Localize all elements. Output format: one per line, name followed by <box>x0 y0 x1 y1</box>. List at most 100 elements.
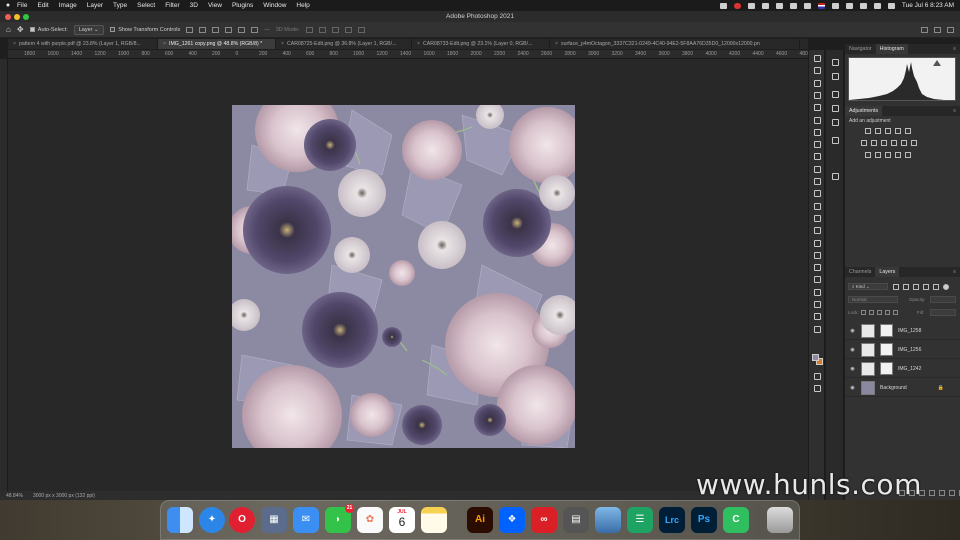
zoom-tool-icon[interactable] <box>813 312 822 321</box>
menu-select[interactable]: Select <box>137 2 155 9</box>
tool-presets-icon[interactable] <box>831 136 840 145</box>
safari-icon[interactable]: ✦ <box>199 507 225 533</box>
layer-row-background[interactable]: ◉ Background 🔒 <box>845 379 960 397</box>
new-adjustment-layer-icon[interactable] <box>929 490 935 496</box>
lock-transparent-icon[interactable] <box>861 310 866 315</box>
zoom-window-icon[interactable] <box>23 14 29 20</box>
filter-pixel-icon[interactable] <box>893 284 899 290</box>
tab-close-icon[interactable]: × <box>13 41 16 47</box>
preview-icon[interactable] <box>595 507 621 533</box>
trash-icon[interactable] <box>767 507 793 533</box>
levels-icon[interactable] <box>875 128 881 134</box>
shape-tool-icon[interactable] <box>813 288 822 297</box>
more-options-icon[interactable]: ··· <box>264 27 270 33</box>
sheets-icon[interactable]: ☰ <box>627 507 653 533</box>
layer-thumbnail[interactable] <box>861 342 875 357</box>
hue-saturation-icon[interactable] <box>861 140 867 146</box>
align-top-icon[interactable] <box>225 26 233 33</box>
document-info[interactable]: 3000 px x 3000 px (132 ppi) <box>33 493 95 499</box>
libraries-panel-icon[interactable] <box>831 172 840 181</box>
menu-window[interactable]: Window <box>263 2 286 9</box>
messages-icon[interactable]: ◗ 21 <box>325 504 354 533</box>
play-status-icon[interactable] <box>789 2 797 9</box>
tab-navigator[interactable]: Navigator <box>845 44 876 54</box>
menu-edit[interactable]: Edit <box>37 2 48 9</box>
calendar-icon[interactable]: JUL 6 <box>389 507 415 533</box>
eye-icon[interactable]: ◉ <box>849 328 856 334</box>
wifi-icon[interactable] <box>859 2 867 9</box>
3d-scale-icon[interactable] <box>357 26 365 33</box>
invert-icon[interactable] <box>865 152 871 158</box>
photo-filter-icon[interactable] <box>891 140 897 146</box>
menu-help[interactable]: Help <box>296 2 309 9</box>
mail-icon[interactable]: ✉ <box>293 507 319 533</box>
camera-status-icon[interactable] <box>775 2 783 9</box>
grid-status-icon[interactable] <box>761 2 769 9</box>
tab-surface-octagon[interactable]: × surface_p4mOctagon_3337C321-0249-4C40-9… <box>550 39 800 49</box>
pen-tool-icon[interactable] <box>813 251 822 260</box>
spot-healing-tool-icon[interactable] <box>813 152 822 161</box>
eraser-tool-icon[interactable] <box>813 202 822 211</box>
zoom-level[interactable]: 48.84% <box>6 493 23 499</box>
document-canvas[interactable] <box>232 105 575 448</box>
layer-name[interactable]: Background <box>880 385 907 391</box>
align-center-icon[interactable] <box>199 26 207 33</box>
clone-stamp-tool-icon[interactable] <box>813 177 822 186</box>
align-right-icon[interactable] <box>212 26 220 33</box>
3d-slide-icon[interactable] <box>344 26 352 33</box>
tab-close-icon[interactable]: × <box>163 41 166 47</box>
creative-cloud-status-icon[interactable] <box>733 2 741 9</box>
tab-car08725[interactable]: × CAR08725-Edit.png @ 36.8% (Layer 1, RGB… <box>276 39 412 49</box>
align-left-icon[interactable] <box>186 26 194 33</box>
move-tool-icon[interactable] <box>813 54 822 63</box>
screen-mode-icon[interactable] <box>813 384 822 393</box>
lock-position-icon[interactable] <box>877 310 882 315</box>
3d-pan-icon[interactable] <box>331 26 339 33</box>
hand-tool-icon[interactable] <box>813 300 822 309</box>
tab-histogram[interactable]: Histogram <box>875 44 908 54</box>
menubar-clock[interactable]: Tue Jul 6 8:23 AM <box>902 2 954 9</box>
align-bottom-icon[interactable] <box>251 26 259 33</box>
layer-row[interactable]: ◉ IMG_1256 <box>845 341 960 359</box>
workspace-icon[interactable] <box>934 26 941 33</box>
layer-row[interactable]: ◉ IMG_1258 <box>845 322 960 340</box>
play-actions-icon[interactable] <box>831 72 840 81</box>
blend-mode-dropdown[interactable]: Normal <box>848 296 898 303</box>
threshold-icon[interactable] <box>885 152 891 158</box>
fill-field[interactable] <box>930 309 956 316</box>
illustrator-icon[interactable]: Ai <box>467 507 493 533</box>
brush-settings-icon[interactable] <box>831 90 840 99</box>
home-icon[interactable]: ⌂ <box>6 25 11 34</box>
battery-icon[interactable] <box>845 2 853 9</box>
new-group-icon[interactable] <box>939 490 945 496</box>
filter-toggle-icon[interactable] <box>943 284 949 290</box>
blur-tool-icon[interactable] <box>813 226 822 235</box>
filter-type-icon[interactable] <box>913 284 919 290</box>
menu-view[interactable]: View <box>208 2 222 9</box>
auto-select-dropdown[interactable]: Layer ⌄ <box>73 24 104 35</box>
exposure-icon[interactable] <box>895 128 901 134</box>
posterize-icon[interactable] <box>875 152 881 158</box>
menu-type[interactable]: Type <box>113 2 127 9</box>
brush-tool-icon[interactable] <box>813 165 822 174</box>
curves-icon[interactable] <box>885 128 891 134</box>
notes-icon[interactable] <box>421 507 447 533</box>
color-balance-icon[interactable] <box>871 140 877 146</box>
auto-select-checkbox[interactable] <box>29 26 35 32</box>
eye-icon[interactable]: ◉ <box>849 385 856 391</box>
color-lookup-icon[interactable] <box>911 140 917 146</box>
lock-artboard-icon[interactable] <box>885 310 890 315</box>
ruler-left[interactable] <box>0 59 8 491</box>
more-tools-icon[interactable] <box>813 325 822 334</box>
black-white-icon[interactable] <box>881 140 887 146</box>
bluetooth-icon[interactable] <box>831 2 839 9</box>
3d-roll-icon[interactable] <box>318 26 326 33</box>
input-source-flag-icon[interactable] <box>817 2 825 9</box>
history-brush-tool-icon[interactable] <box>813 189 822 198</box>
search-icon[interactable] <box>873 2 881 9</box>
selective-color-icon[interactable] <box>905 152 911 158</box>
lock-all-icon[interactable] <box>893 310 898 315</box>
object-select-tool-icon[interactable] <box>813 103 822 112</box>
menu-3d[interactable]: 3D <box>190 2 198 9</box>
launchpad-icon[interactable]: ▦ <box>261 507 287 533</box>
